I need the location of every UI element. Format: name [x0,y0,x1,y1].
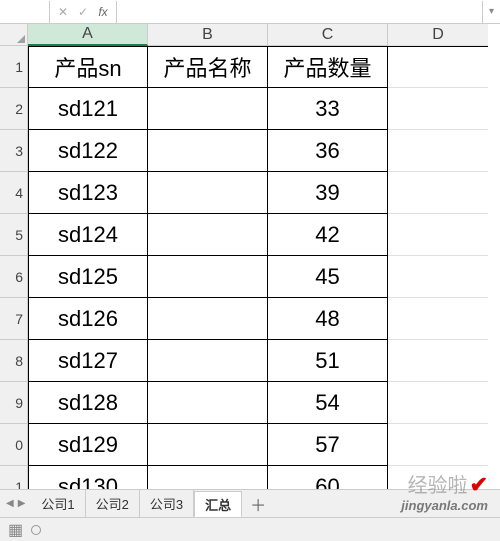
formula-bar-buttons: ✕ ✓ fx [50,1,117,23]
cell-C[interactable]: 45 [268,256,388,298]
check-icon[interactable]: ✓ [76,5,90,19]
cell-C[interactable]: 42 [268,214,388,256]
row-header[interactable]: 4 [0,172,28,214]
row-header[interactable]: 1 [0,46,28,88]
row-header[interactable]: 8 [0,340,28,382]
formula-bar: ✕ ✓ fx ▾ [0,0,500,24]
cell-B[interactable] [148,256,268,298]
cell-D[interactable] [388,46,488,88]
cell-B[interactable] [148,340,268,382]
cell-C[interactable]: 51 [268,340,388,382]
cell-A[interactable]: sd124 [28,214,148,256]
cell-A[interactable]: sd129 [28,424,148,466]
cell-A[interactable]: sd126 [28,298,148,340]
sheet-tab[interactable]: 公司2 [86,490,140,517]
cell-B[interactable] [148,130,268,172]
table-row: 1产品sn产品名称产品数量 [0,46,500,88]
sheet-tab[interactable]: 汇总 [194,491,242,518]
col-header-D[interactable]: D [388,24,488,46]
cell-A[interactable]: sd127 [28,340,148,382]
table-row: 5sd124 42 [0,214,500,256]
cell-A[interactable]: sd125 [28,256,148,298]
col-header-A[interactable]: A [28,24,148,46]
name-box[interactable] [0,1,50,23]
cell-C[interactable]: 33 [268,88,388,130]
cell-D[interactable] [388,88,488,130]
col-header-B[interactable]: B [148,24,268,46]
cell-B[interactable] [148,298,268,340]
table-row: 6sd125 45 [0,256,500,298]
cell-D[interactable] [388,298,488,340]
ready-icon: ▦ [8,520,23,540]
table-row: 0sd129 57 [0,424,500,466]
spreadsheet-grid: A B C D 1产品sn产品名称产品数量2sd121333sd122364sd… [0,24,500,508]
select-all-corner[interactable] [0,24,28,46]
cell-B[interactable]: 产品名称 [148,46,268,88]
cell-A[interactable]: 产品sn [28,46,148,88]
cell-D[interactable] [388,130,488,172]
cell-D[interactable] [388,256,488,298]
row-header[interactable]: 2 [0,88,28,130]
cell-B[interactable] [148,382,268,424]
row-header[interactable]: 5 [0,214,28,256]
cell-B[interactable] [148,214,268,256]
row-header[interactable]: 9 [0,382,28,424]
fx-icon[interactable]: fx [96,5,110,19]
cell-C[interactable]: 57 [268,424,388,466]
formula-input[interactable] [117,1,482,23]
status-bar: ▦ [0,517,500,541]
row-header[interactable]: 7 [0,298,28,340]
sheet-tabs: 公司1公司2公司3汇总 [31,490,242,517]
table-row: 8sd127 51 [0,340,500,382]
cell-B[interactable] [148,172,268,214]
cell-D[interactable] [388,340,488,382]
cell-A[interactable]: sd123 [28,172,148,214]
tab-prev-icon[interactable]: ◀ [6,498,14,509]
tab-nav: ◀ ▶ [0,498,31,509]
cell-D[interactable] [388,424,488,466]
table-row: 3sd122 36 [0,130,500,172]
sheet-tab[interactable]: 公司3 [140,490,194,517]
cell-A[interactable]: sd128 [28,382,148,424]
cell-C[interactable]: 48 [268,298,388,340]
cell-C[interactable]: 54 [268,382,388,424]
table-row: 2sd121 33 [0,88,500,130]
sheet-tab[interactable]: 公司1 [31,490,85,517]
cell-B[interactable] [148,88,268,130]
cell-B[interactable] [148,424,268,466]
row-header[interactable]: 0 [0,424,28,466]
row-header[interactable]: 3 [0,130,28,172]
record-macro-icon[interactable] [31,525,41,535]
table-row: 4sd123 39 [0,172,500,214]
expand-formula-icon[interactable]: ▾ [482,1,500,23]
add-sheet-button[interactable]: ＋ [242,492,274,516]
row-header[interactable]: 6 [0,256,28,298]
sheet-tab-bar: ◀ ▶ 公司1公司2公司3汇总 ＋ [0,489,500,517]
cell-C[interactable]: 39 [268,172,388,214]
table-row: 9sd128 54 [0,382,500,424]
column-headers: A B C D [0,24,500,46]
table-row: 7sd126 48 [0,298,500,340]
cell-A[interactable]: sd122 [28,130,148,172]
col-header-C[interactable]: C [268,24,388,46]
cell-D[interactable] [388,382,488,424]
cell-A[interactable]: sd121 [28,88,148,130]
cell-D[interactable] [388,214,488,256]
tab-next-icon[interactable]: ▶ [18,498,26,509]
cancel-icon[interactable]: ✕ [56,5,70,19]
cell-C[interactable]: 产品数量 [268,46,388,88]
cell-C[interactable]: 36 [268,130,388,172]
cell-D[interactable] [388,172,488,214]
